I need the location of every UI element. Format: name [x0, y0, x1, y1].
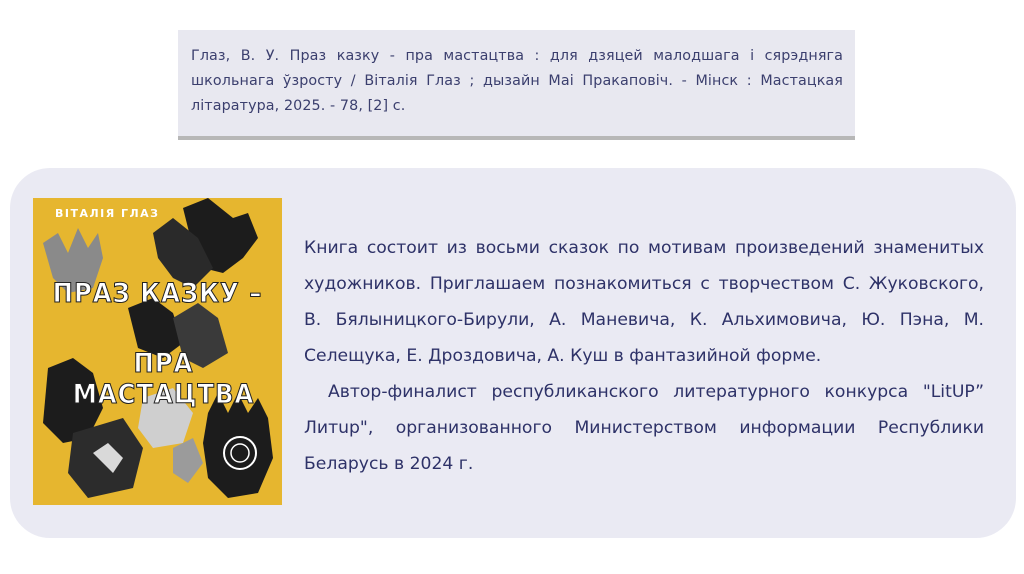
citation-text: Глаз, В. У. Праз казку - пра мастацтва :…: [191, 48, 843, 114]
description-paragraph-1: Книга состоит из восьми сказок по мотива…: [304, 238, 984, 366]
book-cover-image: ВІТАЛІЯ ГЛАЗ ПРАЗ КАЗКУ – ПРА МАСТАЦТВА: [33, 198, 282, 505]
cover-title-line1: ПРАЗ КАЗКУ –: [52, 278, 263, 310]
description-paragraph-2: Автор-финалист республиканского литерату…: [304, 382, 984, 474]
cover-title-line2: ПРА МАСТАЦТВА: [72, 348, 255, 411]
cover-author: ВІТАЛІЯ ГЛАЗ: [55, 207, 160, 220]
book-description: Книга состоит из восьми сказок по мотива…: [304, 230, 984, 482]
bibliographic-citation: Глаз, В. У. Праз казку - пра мастацтва :…: [178, 30, 855, 140]
